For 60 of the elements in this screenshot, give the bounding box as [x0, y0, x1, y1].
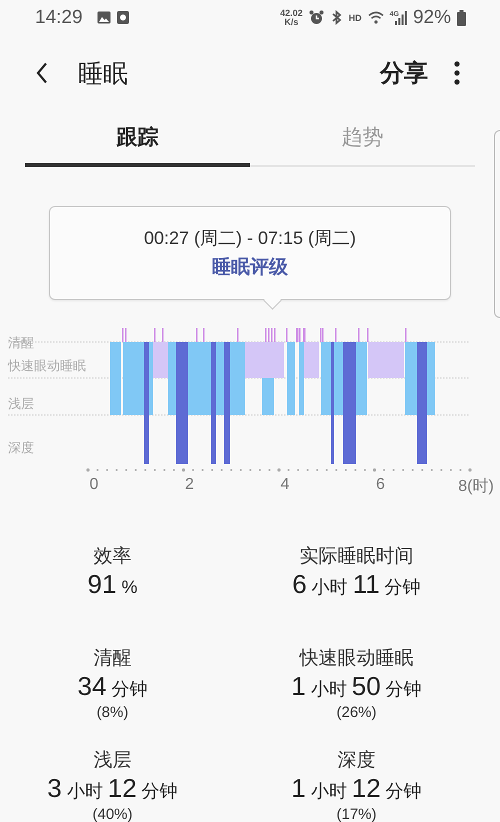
- back-icon: [36, 62, 48, 84]
- alarm-icon: [308, 10, 324, 25]
- stage-label: 快速眼动睡眠: [8, 359, 86, 372]
- stat-number: 6: [292, 568, 307, 600]
- time-range: 00:27 (周二) - 07:15 (周二): [144, 227, 356, 250]
- stat-number: 1: [291, 772, 306, 804]
- hd-indicator: HD: [348, 12, 362, 22]
- stage-label: 深度: [8, 441, 34, 454]
- stat-label: 浅层: [94, 750, 132, 772]
- stat-number: 50: [352, 670, 381, 702]
- stat-unit: 小时: [66, 780, 103, 803]
- more-options-button[interactable]: [454, 61, 460, 85]
- stat-label: 效率: [94, 546, 132, 568]
- stat-label: 清醒: [94, 648, 132, 670]
- battery-level: 92%: [412, 6, 451, 28]
- stat-unit: 小时: [310, 678, 347, 701]
- stat-unit: %: [121, 576, 138, 599]
- tab[interactable]: 跟踪: [25, 111, 250, 167]
- stat-number: 34: [78, 670, 106, 702]
- stat-percent: (40%): [92, 807, 132, 822]
- stat-number: 11: [352, 568, 380, 600]
- stat-unit: 分钟: [386, 678, 422, 701]
- network-speed: 42.02: [280, 8, 303, 18]
- scrollbar-thumb[interactable]: [494, 130, 500, 318]
- stat-unit: 分钟: [142, 780, 178, 803]
- axis-label: 6: [376, 476, 385, 494]
- speed-unit: K/s: [284, 18, 298, 26]
- screen-title: 睡眠: [78, 58, 129, 90]
- image-icon: [96, 11, 111, 24]
- axis-label: 0: [90, 476, 98, 494]
- bluetooth-icon: [330, 10, 343, 25]
- stat-unit: 小时: [310, 780, 347, 803]
- stat-label: 快速眼动睡眠: [300, 648, 414, 670]
- back-button[interactable]: [36, 62, 48, 84]
- stat-unit: 分钟: [386, 780, 422, 803]
- wifi-icon: [368, 11, 384, 24]
- stage-label: 清醒: [8, 336, 34, 349]
- clock-time: 14:29: [35, 6, 83, 28]
- stat-label: 深度: [338, 750, 376, 772]
- stat-unit: 分钟: [384, 576, 421, 599]
- share-button[interactable]: 分享: [380, 57, 428, 89]
- axis-label: 8(时): [458, 476, 494, 497]
- stat-percent: (8%): [96, 705, 128, 721]
- stage-label: 浅层: [8, 397, 34, 410]
- stat-unit: 小时: [312, 576, 348, 599]
- stat-number: 91: [88, 568, 116, 600]
- stat-percent: (17%): [336, 807, 376, 822]
- axis-label: 4: [280, 476, 290, 494]
- stat-number: 12: [108, 772, 137, 804]
- stat-number: 12: [352, 772, 381, 804]
- axis-label: 2: [185, 476, 194, 494]
- stat-number: 3: [47, 772, 62, 804]
- stat-unit: 分钟: [111, 678, 148, 701]
- battery-icon: [457, 10, 466, 26]
- clock-app-icon: [116, 11, 129, 24]
- more-icon: [454, 61, 460, 85]
- stat-number: 1: [291, 670, 306, 702]
- stat-label: 实际睡眠时间: [300, 546, 414, 568]
- stat-percent: (26%): [336, 705, 376, 721]
- sleep-rating-link[interactable]: 睡眠评级: [212, 254, 288, 280]
